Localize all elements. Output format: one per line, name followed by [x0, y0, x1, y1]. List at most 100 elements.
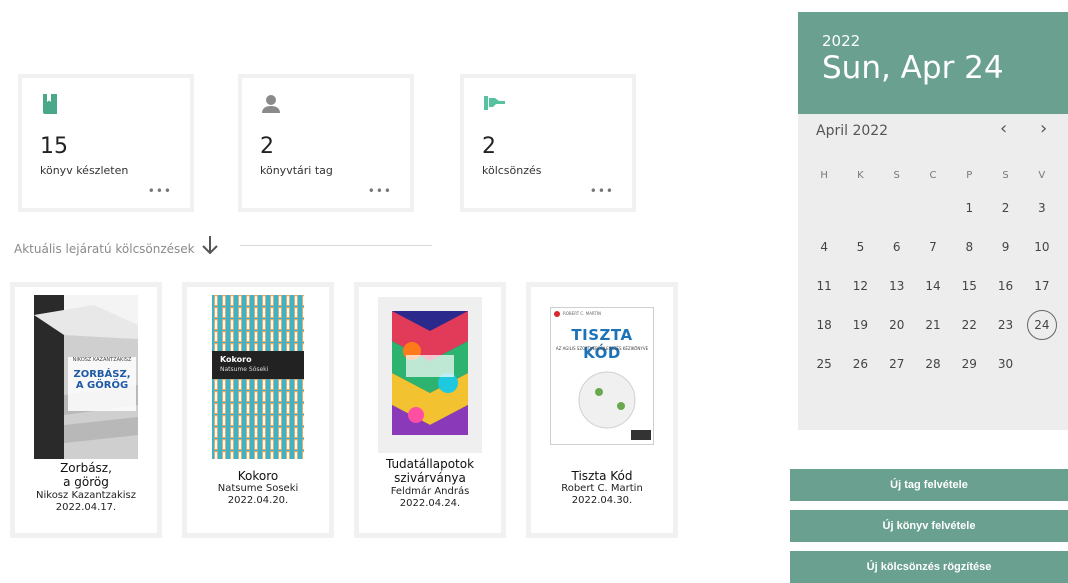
- calendar-empty-cell: [806, 188, 842, 227]
- chevron-right-icon[interactable]: ›: [1040, 118, 1047, 139]
- calendar-selected-date: Sun, Apr 24: [822, 50, 1004, 86]
- calendar-day[interactable]: 17: [1024, 266, 1060, 305]
- stat-value: 2: [482, 134, 496, 159]
- calendar-weekday: S: [893, 169, 900, 181]
- book-title: Kokoro: [237, 469, 279, 483]
- stat-label: könyv készleten: [40, 164, 129, 177]
- arrow-down-icon[interactable]: [200, 234, 220, 260]
- book-author: Robert C. Martin: [561, 483, 643, 495]
- calendar-day[interactable]: 8: [951, 227, 987, 266]
- calendar-day[interactable]: 5: [842, 227, 878, 266]
- calendar-day[interactable]: 14: [915, 266, 951, 305]
- book-cover: Kokoro Natsume Sóseki: [212, 295, 304, 459]
- calendar-day[interactable]: 23: [987, 305, 1023, 344]
- calendar-day[interactable]: 13: [879, 266, 915, 305]
- calendar-day-today[interactable]: 24: [1024, 305, 1060, 344]
- book-title: Zorbász,: [60, 461, 112, 475]
- book-due-date: 2022.04.24.: [399, 497, 461, 509]
- stat-card-books: 15 könyv készleten •••: [18, 74, 194, 212]
- cover-title: TISZTA KÓD: [571, 326, 633, 362]
- calendar-weekday: K: [857, 169, 864, 181]
- book-card[interactable]: Tudatállapotok szivárványa Feldmár Andrá…: [354, 282, 506, 538]
- chevron-left-icon[interactable]: ‹: [1000, 118, 1007, 139]
- new-loan-button[interactable]: Új kölcsönzés rögzítése: [790, 551, 1068, 583]
- calendar-day[interactable]: 7: [915, 227, 951, 266]
- cover-author: NIKOSZ KAZANTZAKISZ: [72, 357, 132, 363]
- calendar-day-label: 24: [1026, 309, 1057, 340]
- book-title-line2: a görög: [63, 475, 109, 490]
- calendar-header: 2022 Sun, Apr 24: [798, 12, 1068, 114]
- book-title: Tiszta Kód: [571, 469, 633, 483]
- calendar-weekday: V: [1038, 169, 1046, 181]
- calendar-empty-cell: [842, 188, 878, 227]
- hand-icon: [484, 94, 506, 116]
- calendar-weekday: S: [1002, 169, 1009, 181]
- cover-subtitle: AZ AGILIS SZOFTVERFEJLESZTÉS KÉZIKÖNYVE: [555, 346, 649, 351]
- calendar-day[interactable]: 30: [987, 344, 1023, 383]
- cover-title: ZORBÁSZ, A GÖRÖG: [73, 369, 131, 391]
- calendar-empty-cell: [879, 188, 915, 227]
- calendar: 2022 Sun, Apr 24 April 2022 ‹ › HKSCPSV1…: [798, 12, 1068, 430]
- new-book-button[interactable]: Új könyv felvétele: [790, 510, 1068, 542]
- calendar-day[interactable]: 21: [915, 305, 951, 344]
- calendar-day[interactable]: 15: [951, 266, 987, 305]
- user-icon: [262, 94, 280, 118]
- book-card[interactable]: NIKOSZ KAZANTZAKISZ ZORBÁSZ, A GÖRÖG Zor…: [10, 282, 162, 538]
- book-cover: [378, 297, 482, 453]
- calendar-day[interactable]: 12: [842, 266, 878, 305]
- calendar-weekday: P: [966, 169, 973, 181]
- more-options-button[interactable]: •••: [148, 184, 172, 198]
- book-title-line2: szivárványa: [394, 471, 466, 486]
- stat-value: 2: [260, 134, 274, 159]
- calendar-day[interactable]: 18: [806, 305, 842, 344]
- book-due-date: 2022.04.17.: [55, 501, 117, 513]
- calendar-weekday: C: [929, 169, 937, 181]
- divider: [240, 245, 432, 246]
- book-due-date: 2022.04.20.: [227, 495, 289, 507]
- book-author: Feldmár András: [390, 485, 470, 497]
- book-card[interactable]: Kokoro Natsume Sóseki Kokoro Natsume Sos…: [182, 282, 334, 538]
- calendar-empty-cell: [915, 188, 951, 227]
- calendar-day[interactable]: 16: [987, 266, 1023, 305]
- calendar-day[interactable]: 26: [842, 344, 878, 383]
- calendar-year[interactable]: 2022: [822, 32, 860, 50]
- new-member-button[interactable]: Új tag felvétele: [790, 469, 1068, 501]
- calendar-day[interactable]: 25: [806, 344, 842, 383]
- cover-title: Kokoro: [220, 355, 252, 364]
- calendar-day[interactable]: 27: [879, 344, 915, 383]
- calendar-day[interactable]: 1: [951, 188, 987, 227]
- book-author: Nikosz Kazantzakisz: [36, 489, 136, 501]
- stat-card-loans: 2 kölcsönzés •••: [460, 74, 636, 212]
- section-title: Aktuális lejáratú kölcsönzések: [14, 242, 195, 256]
- book-card[interactable]: ROBERT C. MARTIN TISZTA KÓD AZ AGILIS SZ…: [526, 282, 678, 538]
- calendar-day[interactable]: 19: [842, 305, 878, 344]
- calendar-day[interactable]: 20: [879, 305, 915, 344]
- book-author: Natsume Soseki: [217, 483, 299, 495]
- stat-card-members: 2 könyvtári tag •••: [238, 74, 414, 212]
- calendar-day[interactable]: 9: [987, 227, 1023, 266]
- book-icon: [42, 94, 58, 118]
- calendar-day[interactable]: 11: [806, 266, 842, 305]
- stat-label: könyvtári tag: [260, 164, 333, 177]
- calendar-weekday: H: [820, 169, 828, 181]
- calendar-day[interactable]: 6: [879, 227, 915, 266]
- calendar-grid: H K S C P S V 1 2 3 4 5 6 7 8 9 10 11 12 13 14 15 16 17 18 19 20 21…: [806, 162, 1060, 383]
- cover-author: Natsume Sóseki: [220, 366, 269, 373]
- cover-author: ROBERT C. MARTIN: [563, 311, 602, 316]
- calendar-day[interactable]: 10: [1024, 227, 1060, 266]
- calendar-month-label: April 2022: [816, 123, 889, 139]
- stat-label: kölcsönzés: [482, 164, 542, 177]
- calendar-day[interactable]: 2: [987, 188, 1023, 227]
- calendar-day[interactable]: 3: [1024, 188, 1060, 227]
- more-options-button[interactable]: •••: [590, 184, 614, 198]
- calendar-day[interactable]: 4: [806, 227, 842, 266]
- book-cover: ROBERT C. MARTIN TISZTA KÓD AZ AGILIS SZ…: [550, 307, 654, 445]
- calendar-day[interactable]: 28: [915, 344, 951, 383]
- calendar-day[interactable]: 22: [951, 305, 987, 344]
- stat-value: 15: [40, 134, 68, 159]
- book-title: Tudatállapotok: [385, 457, 475, 471]
- book-cover: NIKOSZ KAZANTZAKISZ ZORBÁSZ, A GÖRÖG: [34, 295, 138, 459]
- book-due-date: 2022.04.30.: [571, 495, 633, 507]
- more-options-button[interactable]: •••: [368, 184, 392, 198]
- calendar-day[interactable]: 29: [951, 344, 987, 383]
